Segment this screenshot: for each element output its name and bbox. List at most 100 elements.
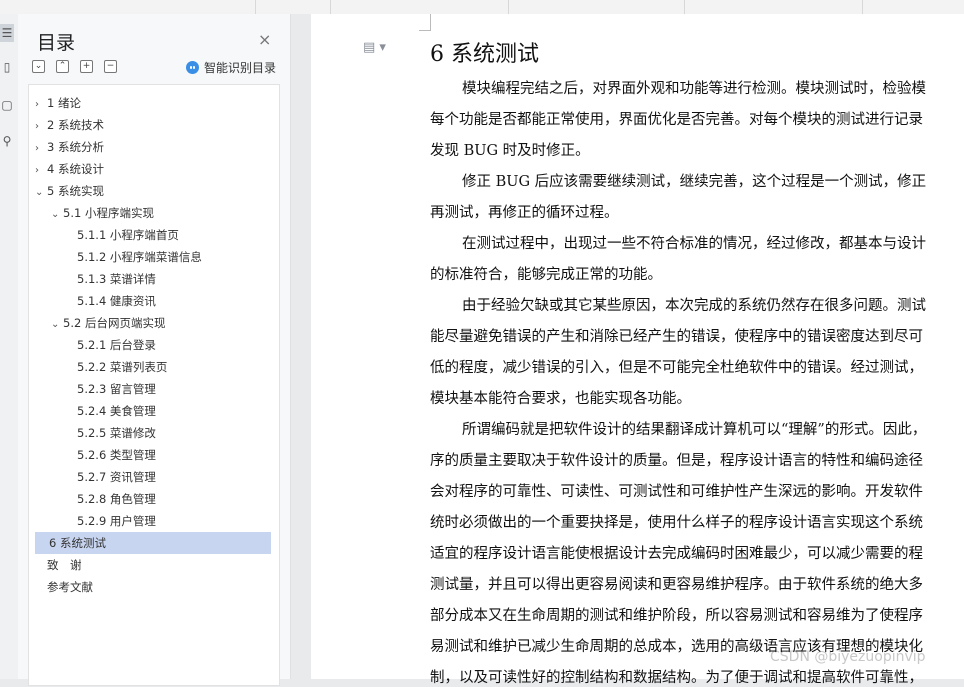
ai-robot-icon: [186, 61, 199, 74]
body-text-line: 制，以及可读性好的控制结构和数据结构。为了便于调试和提高软件可靠性，: [430, 670, 923, 686]
body-text-line: 模块编程完结之后，对界面外观和功能等进行检测。模块测试时，检验模: [462, 81, 926, 97]
toc-item-label: 5.1.2 小程序端菜谱信息: [77, 250, 202, 264]
toc-item-label: 5.2.2 菜谱列表页: [77, 360, 168, 374]
toc-item-label: 致 谢: [47, 558, 82, 572]
body-text-line: 序的质量主要取决于软件设计的质量。但是，程序设计语言的特性和编码途径: [430, 453, 923, 469]
toc-item[interactable]: 5.2.9 用户管理: [29, 510, 269, 532]
toc-item[interactable]: ⌄ 5 系统实现: [29, 180, 269, 202]
toc-item[interactable]: 6 系统测试: [35, 532, 271, 554]
toc-list: › 1 绪论 › 2 系统技术 › 3 系统分析 › 4 系统设计 ⌄ 5 系统实现 ⌄ 5.1 小程…: [28, 84, 280, 686]
toc-item-label: 5 系统实现: [47, 184, 104, 198]
section-heading: 6 系统测试: [430, 42, 539, 67]
body-text-line: 易测试和维护已减少生命周期的总成本，选用的高级语言应该有理想的模块化: [430, 639, 923, 655]
toc-item[interactable]: 5.1.3 菜谱详情: [29, 268, 269, 290]
remove-heading-button[interactable]: −: [104, 60, 117, 73]
toc-item-label: 1 绪论: [47, 96, 81, 110]
smart-toc-label: 智能识别目录: [204, 61, 277, 75]
page-corner-mark: [430, 14, 431, 31]
toc-item[interactable]: 5.1.2 小程序端菜谱信息: [29, 246, 269, 268]
toc-item[interactable]: › 2 系统技术: [29, 114, 269, 136]
toc-item-label: 5.1.1 小程序端首页: [77, 228, 179, 242]
document-outline-icon[interactable]: ▤ ▾: [363, 40, 386, 55]
toc-item-label: 5.2.7 资讯管理: [77, 470, 156, 484]
toc-item[interactable]: › 4 系统设计: [29, 158, 269, 180]
toc-item-label: 3 系统分析: [47, 140, 104, 154]
toc-item-label: 5.1.4 健康资讯: [77, 294, 156, 308]
toc-panel: 目录 × ⌄ ⌃ + − 智能识别目录 › 1 绪论 › 2 系统技术 › 3 系统分析 ›…: [18, 14, 291, 686]
toc-item-label: 5.2.9 用户管理: [77, 514, 156, 528]
chevron-down-icon[interactable]: ⌄: [51, 314, 63, 336]
body-text-line: 能尽量避免错误的产生和消除已经产生的错误，使程序中的错误密度达到尽可: [430, 329, 923, 345]
body-text-line: 发现 BUG 时及时修正。: [430, 143, 590, 159]
toc-item[interactable]: › 1 绪论: [29, 92, 269, 114]
chevron-right-icon[interactable]: ›: [35, 160, 47, 182]
side-icon-rail: ☰ ▯ ▢ ⚲: [0, 14, 19, 679]
body-text-line: 由于经验欠缺或其它某些原因，本次完成的系统仍然存在很多问题。测试: [462, 298, 926, 314]
body-text-line: 修正 BUG 后应该需要继续测试，继续完善，这个过程是一个测试，修正: [462, 174, 927, 190]
body-text-line: 模块基本能符合要求，也能实现各功能。: [430, 391, 691, 407]
toc-item-label: 5.1 小程序端实现: [63, 206, 154, 220]
chevron-right-icon[interactable]: ›: [35, 94, 47, 116]
toc-item-label: 5.2.1 后台登录: [77, 338, 156, 352]
page-gutter: [291, 14, 311, 679]
panel-title: 目录: [37, 32, 76, 54]
toc-item[interactable]: 5.2.5 菜谱修改: [29, 422, 269, 444]
body-text-line: 所谓编码就是把软件设计的结果翻译成计算机可以“理解”的形式。因此，: [462, 422, 927, 438]
body-text-line: 每个功能是否都能正常使用，界面优化是否完善。对每个模块的测试进行记录: [430, 112, 923, 128]
ruler-tick: [255, 0, 256, 14]
body-text-line: 部分成本又在生命周期的测试和维护阶段，所以容易测试和容易维为了使程序: [430, 608, 923, 624]
toc-item-label: 参考文献: [47, 580, 93, 594]
chevron-right-icon[interactable]: ›: [35, 116, 47, 138]
body-text-line: 在测试过程中，出现过一些不符合标准的情况，经过修改，都基本与设计: [462, 236, 926, 252]
toc-item[interactable]: 5.1.4 健康资讯: [29, 290, 269, 312]
toc-item[interactable]: 5.2.4 美食管理: [29, 400, 269, 422]
toc-item[interactable]: ⌄ 5.1 小程序端实现: [29, 202, 269, 224]
toc-item-label: 4 系统设计: [47, 162, 104, 176]
toc-item-label: 2 系统技术: [47, 118, 104, 132]
toc-item-label: 6 系统测试: [49, 536, 106, 550]
toc-item[interactable]: 5.2.8 角色管理: [29, 488, 269, 510]
ruler-strip: [0, 0, 964, 15]
ruler-tick: [508, 0, 509, 14]
toc-item[interactable]: 5.2.7 资讯管理: [29, 466, 269, 488]
ruler-tick: [330, 0, 331, 14]
chevron-down-icon[interactable]: ⌄: [35, 182, 47, 204]
toc-item-label: 5.2 后台网页端实现: [63, 316, 166, 330]
add-heading-button[interactable]: +: [80, 60, 93, 73]
toc-item[interactable]: 致 谢: [29, 554, 269, 576]
body-text-line: 的标准符合，能够完成正常的功能。: [430, 267, 662, 283]
toc-item-label: 5.2.3 留言管理: [77, 382, 156, 396]
page-corner-mark: [419, 30, 431, 31]
toc-item[interactable]: 5.2.2 菜谱列表页: [29, 356, 269, 378]
chevron-right-icon[interactable]: ›: [35, 138, 47, 160]
body-text-line: 再测试，再修正的循环过程。: [430, 205, 619, 221]
toc-item[interactable]: 5.2.1 后台登录: [29, 334, 269, 356]
smart-toc-button[interactable]: 智能识别目录: [186, 59, 276, 76]
toc-toggle-icon[interactable]: ☰: [0, 24, 14, 42]
toc-item[interactable]: 5.2.6 类型管理: [29, 444, 269, 466]
bookmark-icon[interactable]: ▯: [0, 58, 14, 76]
search-icon[interactable]: ⚲: [0, 132, 14, 150]
collapse-all-button[interactable]: ⌄: [32, 60, 45, 73]
toc-item-label: 5.2.4 美食管理: [77, 404, 156, 418]
close-icon[interactable]: ×: [258, 30, 271, 49]
toc-item[interactable]: 5.2.3 留言管理: [29, 378, 269, 400]
body-text-line: 测试量，并且可以得出更容易阅读和更容易维护程序。由于软件系统的绝大多: [430, 577, 923, 593]
toc-item-label: 5.2.6 类型管理: [77, 448, 156, 462]
body-text-line: 适宜的程序设计语言能使根据设计去完成编码时困难最少，可以减少需要的程: [430, 546, 923, 562]
toc-item[interactable]: 参考文献: [29, 576, 269, 598]
ruler-tick: [862, 0, 863, 14]
ruler-tick: [684, 0, 685, 14]
toc-item-label: 5.1.3 菜谱详情: [77, 272, 156, 286]
toc-item[interactable]: ⌄ 5.2 后台网页端实现: [29, 312, 269, 334]
body-text-line: 会对程序的可靠性、可读性、可测试性和可维护性产生深远的影响。开发软件: [430, 484, 923, 500]
toc-item-label: 5.2.5 菜谱修改: [77, 426, 156, 440]
toc-item[interactable]: › 3 系统分析: [29, 136, 269, 158]
body-text-line: 低的程度，减少错误的引入，但是不可能完全杜绝软件中的错误。经过测试，: [430, 360, 923, 376]
toc-item[interactable]: 5.1.1 小程序端首页: [29, 224, 269, 246]
expand-all-button[interactable]: ⌃: [56, 60, 69, 73]
pages-icon[interactable]: ▢: [0, 96, 14, 114]
body-text-line: 统时必须做出的一个重要抉择是，使用什么样子的程序设计语言实现这个系统: [430, 515, 923, 531]
chevron-down-icon[interactable]: ⌄: [51, 204, 63, 226]
document-page[interactable]: ▤ ▾ 6 系统测试 CSDN @biyezuopinvip 模块编程完结之后，…: [311, 14, 964, 686]
